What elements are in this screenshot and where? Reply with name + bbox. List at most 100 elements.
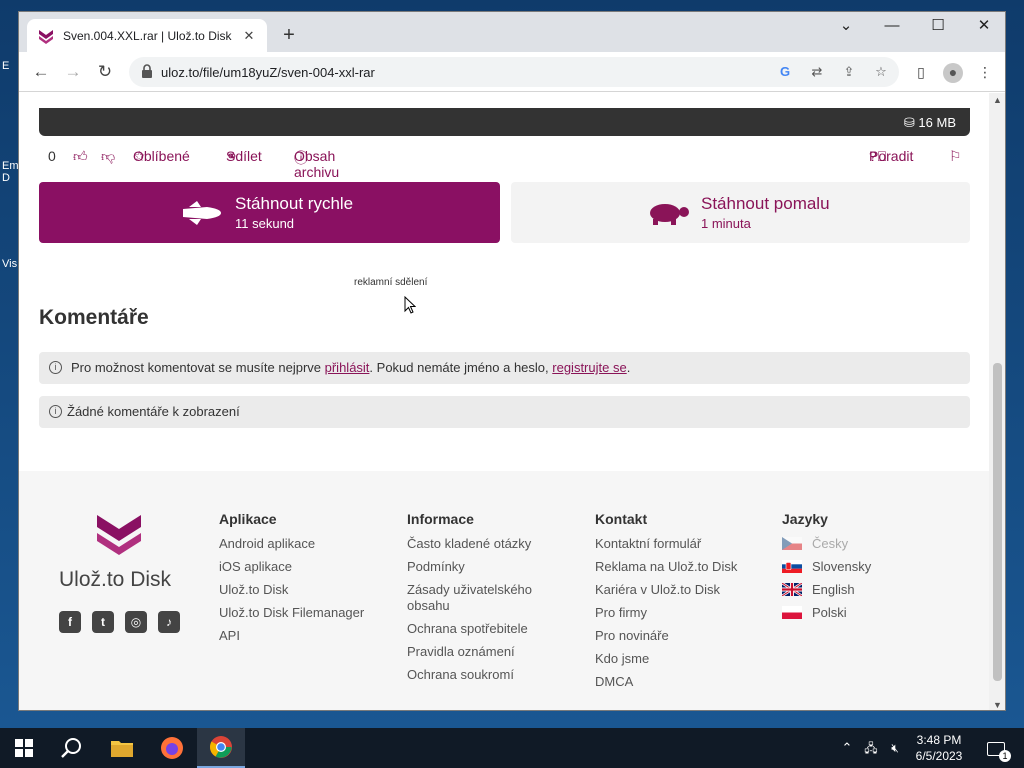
turtle-icon [650,204,689,225]
search-icon[interactable] [48,728,96,768]
footer-contact-title: Kontakt [595,511,648,527]
file-size-value: 16 MB [918,115,956,130]
footer-apps-column: Aplikace Android aplikace iOS aplikace U… [219,511,389,651]
vertical-scrollbar[interactable]: ▲ ▼ [989,93,1005,710]
chrome-icon[interactable] [197,728,245,768]
language-english[interactable]: English [782,582,932,598]
footer-link[interactable]: Android aplikace [219,536,389,552]
footer-link[interactable]: Kontaktní formulář [595,536,765,552]
footer-link[interactable]: DMCA [595,674,765,690]
tab-search-icon[interactable]: ⌄ [823,12,869,42]
footer-link[interactable]: Ochrana soukromí [407,667,557,683]
instagram-icon[interactable]: ◎ [125,611,147,633]
clock-date: 6/5/2023 [915,749,963,763]
maximize-icon[interactable]: ☐ [915,12,961,42]
register-link[interactable]: registrujte se [552,360,626,375]
footer-link[interactable]: Pro novináře [595,628,765,644]
language-slovak[interactable]: Slovensky [782,559,932,575]
translate-icon[interactable]: ⇄ [807,62,827,82]
minimize-icon[interactable]: — [869,12,915,42]
fast-download-button[interactable]: Stáhnout rychle 11 sekund [39,182,500,243]
footer-info-title: Informace [407,511,474,527]
close-tab-icon[interactable]: ✕ [241,28,257,44]
language-label: English [812,582,855,597]
browser-window: Sven.004.XXL.rar | Ulož.to Disk ✕ + ⌄ — … [18,11,1006,711]
footer-link[interactable]: Pravidla oznámení [407,644,557,660]
firefox-icon[interactable] [148,728,196,768]
menu-dots-icon[interactable]: ⋮ [975,63,995,83]
footer-link[interactable]: Zásady uživatelského obsahu [407,582,557,614]
mouse-cursor-icon [404,296,416,314]
footer-link[interactable]: Často kladené otázky [407,536,557,552]
footer-link[interactable]: Pro firmy [595,605,765,621]
login-notice-text: . [626,360,631,375]
google-icon[interactable]: G [775,62,795,82]
notifications-icon[interactable]: 1 [982,728,1011,768]
slow-download-button[interactable]: Stáhnout pomalu 1 minuta [511,182,970,243]
scroll-down-icon[interactable]: ▼ [989,700,1005,710]
language-label: Polski [812,605,847,620]
language-polish[interactable]: Polski [782,605,932,621]
language-label: Slovensky [812,559,872,574]
database-icon: ⛁ [903,115,915,130]
report-flag-icon[interactable]: ⚐ [949,148,962,165]
czech-flag-icon [782,537,802,550]
lock-icon [142,64,152,78]
page-content: ⛁ 16 MB 0 👍︎ 👎︎ ☆ Oblíbené ⚭ Sdílet ⓘ Ob… [19,93,989,710]
facebook-icon[interactable]: f [59,611,81,633]
footer-link[interactable]: Kariéra v Ulož.to Disk [595,582,765,598]
browser-tab[interactable]: Sven.004.XXL.rar | Ulož.to Disk ✕ [27,19,267,52]
bookmark-star-icon[interactable]: ☆ [871,62,891,82]
new-tab-icon[interactable]: + [277,24,301,48]
footer-link[interactable]: iOS aplikace [219,559,389,575]
favorites-label: Oblíbené [133,148,190,164]
polish-flag-icon [782,606,802,619]
thumbs-down-icon[interactable]: 👎︎ [101,148,115,165]
forward-icon[interactable]: → [59,58,87,86]
profile-avatar-icon[interactable]: ● [943,63,963,83]
clock[interactable]: 3:48 PM 6/5/2023 [906,728,972,768]
tiktok-icon[interactable]: ♪ [158,611,180,633]
share-icon[interactable]: ⇪ [839,62,859,82]
desktop-icon-label[interactable]: E [2,60,18,72]
scrollbar-thumb[interactable] [993,363,1002,681]
windows-start-icon[interactable] [0,728,48,768]
uk-flag-icon [782,583,802,596]
scroll-up-icon[interactable]: ▲ [989,95,1005,105]
reload-icon[interactable]: ↻ [91,58,119,86]
language-czech[interactable]: Česky [782,536,932,552]
desktop-icon-label[interactable]: Em D [2,160,19,184]
close-window-icon[interactable]: ✕ [961,12,1005,42]
fast-download-time: 11 sekund [235,216,295,231]
desktop-icon-label[interactable]: Vis [2,258,18,270]
file-size: ⛁ 16 MB [904,115,956,131]
help-label: Poradit [869,148,914,164]
footer-link[interactable]: Ulož.to Disk Filemanager [219,605,389,621]
login-link[interactable]: přihlásit [325,360,370,375]
footer-link[interactable]: Kdo jsme [595,651,765,667]
footer-apps-title: Aplikace [219,511,277,527]
thumbs-up-icon[interactable]: 👍︎ [73,148,88,165]
footer-link[interactable]: Ulož.to Disk [219,582,389,598]
address-bar[interactable]: uloz.to/file/um18yuZ/sven-004-xxl-rar G … [129,57,899,87]
network-icon[interactable]: 🖧︎ [860,728,882,768]
login-notice: i Pro možnost komentovat se musíte nejpr… [39,352,970,384]
comments-heading: Komentáře [39,306,149,329]
show-hidden-icons-icon[interactable]: ⌃ [838,728,856,768]
tab-strip: Sven.004.XXL.rar | Ulož.to Disk ✕ + ⌄ — … [19,12,1005,52]
login-notice-text: Pro možnost komentovat se musíte nejprve [71,360,325,375]
back-icon[interactable]: ← [27,58,55,86]
footer-link[interactable]: API [219,628,389,644]
footer-link[interactable]: Podmínky [407,559,557,575]
info-icon: i [49,361,62,374]
file-explorer-icon[interactable] [98,728,146,768]
no-comments-notice: i Žádné komentáře k zobrazení [39,396,970,428]
footer-link[interactable]: Reklama na Ulož.to Disk [595,559,765,575]
footer-link[interactable]: Ochrana spotřebitele [407,621,557,637]
volume-muted-icon[interactable]: 🔇︎ [884,728,906,768]
share-label: Sdílet [226,148,262,164]
archive-label: Obsah archivu [294,148,340,180]
footer-logo[interactable]: Ulož.to Disk [59,511,179,592]
side-panel-icon[interactable]: ▯ [911,63,931,83]
twitter-icon[interactable]: t [92,611,114,633]
